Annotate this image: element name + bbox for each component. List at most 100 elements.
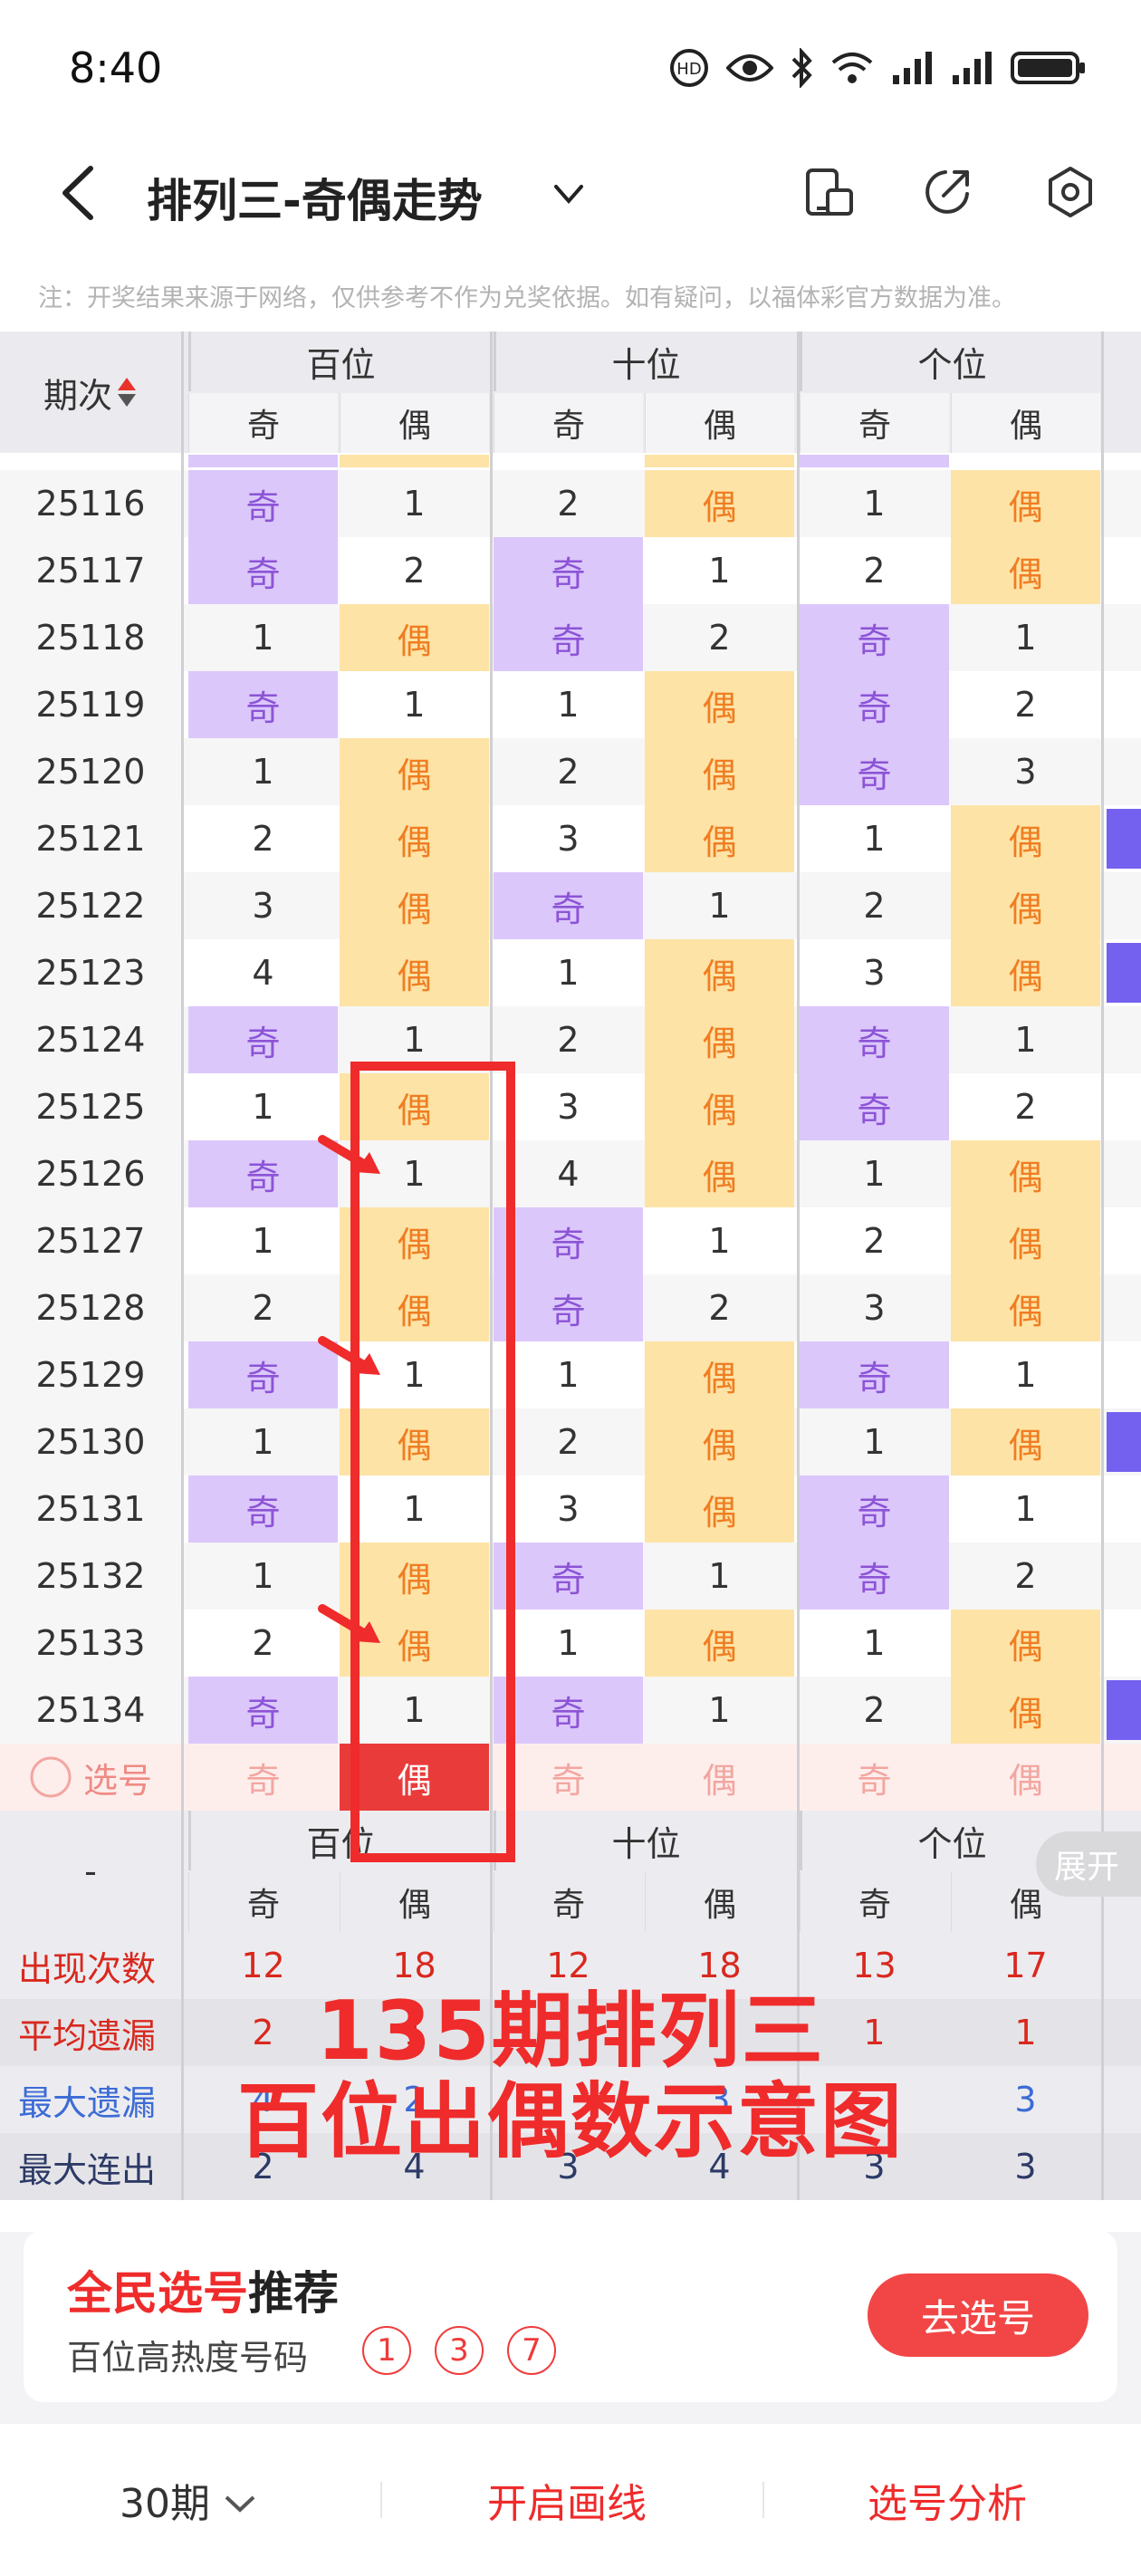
even-cell: 偶	[951, 537, 1100, 604]
disclaimer-notice: 注：开奖结果来源于网络，仅供参考不作为兑奖依据。如有疑问，以福体彩官方数据为准。	[0, 254, 1141, 332]
svg-text:HD: HD	[676, 60, 701, 79]
period-cell: 25121	[0, 805, 181, 872]
status-icons: HD	[668, 47, 1087, 89]
even-cell: 偶	[645, 1475, 794, 1543]
odd-cell: 奇	[800, 1073, 949, 1140]
odd-cell: 奇	[188, 537, 338, 604]
even-cell: 偶	[951, 805, 1100, 872]
recommend-card: 全民选号推荐 百位高热度号码 1 3 7 去选号	[24, 2230, 1117, 2402]
even-cell: 偶	[951, 1140, 1100, 1207]
table-cell	[645, 455, 794, 467]
miss-count-cell: 2	[863, 551, 886, 591]
annotation-line-2: 百位出偶数示意图	[237, 2074, 904, 2169]
miss-count-cell: 1	[403, 1690, 426, 1730]
select-row[interactable]: 选号奇偶奇偶奇偶	[0, 1744, 1141, 1811]
miss-count-cell: 1	[708, 886, 731, 926]
period-cell: 25126	[0, 1140, 181, 1207]
even-cell: 偶	[645, 738, 794, 805]
miss-count-cell: 1	[1014, 1489, 1037, 1529]
share-icon[interactable]	[918, 163, 976, 221]
divider	[380, 2482, 382, 2518]
edge-marker	[1107, 943, 1141, 1003]
stats-header: - 百位 十位 个位奇偶奇偶奇偶	[0, 1811, 1141, 1932]
chevron-down-icon[interactable]	[551, 176, 587, 212]
group-header: 十位	[494, 332, 796, 391]
period-header-label: 期次	[43, 375, 112, 416]
miss-count-cell: 2	[863, 1221, 886, 1261]
sub-header: 偶	[645, 393, 794, 453]
odd-cell: 奇	[800, 671, 949, 738]
odd-cell: 奇	[494, 604, 643, 671]
miss-count-cell: 1	[403, 685, 426, 725]
miss-count-cell: 3	[557, 1489, 580, 1529]
odd-cell: 奇	[800, 604, 949, 671]
odd-cell: 奇	[494, 1207, 643, 1274]
even-cell: 偶	[340, 604, 489, 671]
select-toggle[interactable]: 偶	[645, 1744, 794, 1811]
even-cell: 偶	[340, 872, 489, 939]
miss-count-cell: 1	[863, 484, 886, 524]
odd-cell: 奇	[188, 1140, 338, 1207]
trend-table[interactable]: 期次 百位 十位 个位 奇偶奇偶奇偶 25116 奇 1 2 偶 1 偶 25117 奇 2 奇 1 2 偶 2…	[0, 332, 1141, 2232]
miss-count-cell: 2	[252, 1288, 274, 1328]
miss-count-cell: 1	[403, 1154, 426, 1194]
miss-count-cell: 1	[557, 953, 580, 993]
miss-count-cell: 1	[403, 1355, 426, 1395]
period-cell: 25120	[0, 738, 181, 805]
column-divider	[797, 332, 800, 2200]
even-cell: 偶	[645, 470, 794, 537]
select-toggle[interactable]: 偶	[340, 1744, 489, 1811]
even-cell: 偶	[645, 1610, 794, 1677]
draw-line-button[interactable]: 开启画线	[487, 2471, 647, 2529]
sort-arrows-icon[interactable]	[116, 374, 138, 410]
miss-count-cell: 3	[557, 819, 580, 859]
select-row-label[interactable]: 选号	[0, 1744, 181, 1811]
period-cell: 25129	[0, 1341, 181, 1408]
radio-circle-icon[interactable]	[29, 1755, 72, 1799]
table-row: 25122 3 偶奇 1 2 偶	[0, 872, 1141, 939]
table-row: 25132 1 偶奇 1 奇 2	[0, 1543, 1141, 1610]
settings-icon[interactable]	[1041, 163, 1099, 221]
stats-sub-header: 奇	[800, 1872, 949, 1932]
period-cell: 25134	[0, 1677, 181, 1744]
select-toggle[interactable]: 奇	[188, 1744, 338, 1811]
table-row-partial	[0, 455, 1141, 467]
even-cell: 偶	[951, 1274, 1100, 1341]
page-title[interactable]: 排列三-奇偶走势	[147, 165, 483, 230]
number-analysis-button[interactable]: 选号分析	[868, 2471, 1027, 2529]
miss-count-cell: 2	[708, 618, 731, 658]
select-toggle[interactable]: 偶	[951, 1744, 1100, 1811]
miss-count-cell: 1	[252, 1087, 274, 1127]
device-switch-icon[interactable]	[801, 163, 858, 221]
odd-cell: 奇	[188, 1006, 338, 1073]
select-toggle[interactable]: 奇	[494, 1744, 643, 1811]
table-row: 25128 2 偶奇 2 3 偶	[0, 1274, 1141, 1341]
back-icon[interactable]	[53, 161, 107, 225]
miss-count-cell: 2	[863, 886, 886, 926]
recommend-title: 全民选号推荐	[67, 2257, 339, 2322]
table-row: 25118 1 偶奇 2 奇 1	[0, 604, 1141, 671]
odd-cell: 奇	[800, 1543, 949, 1610]
table-row: 25126 奇 1 4 偶 1 偶	[0, 1140, 1141, 1207]
period-count-selector[interactable]: 30期	[120, 2471, 257, 2529]
group-header: 百位	[188, 332, 491, 391]
miss-count-cell: 2	[557, 1422, 580, 1462]
even-cell: 偶	[340, 939, 489, 1006]
period-sort-header[interactable]: 期次	[0, 332, 181, 453]
odd-cell: 奇	[188, 470, 338, 537]
odd-cell: 奇	[494, 537, 643, 604]
miss-count-cell: 1	[557, 1623, 580, 1663]
divider	[762, 2482, 764, 2518]
select-toggle[interactable]: 奇	[800, 1744, 949, 1811]
battery-icon	[1011, 52, 1085, 84]
expand-button[interactable]: 展开	[1036, 1831, 1141, 1897]
even-cell: 偶	[951, 872, 1100, 939]
table-row: 25116 奇 1 2 偶 1 偶	[0, 470, 1141, 537]
period-count-label: 30期	[120, 2481, 210, 2527]
table-row: 25123 4 偶 1 偶 3 偶	[0, 939, 1141, 1006]
odd-cell: 奇	[188, 1341, 338, 1408]
miss-count-cell: 1	[252, 618, 274, 658]
go-select-button[interactable]: 去选号	[868, 2273, 1088, 2357]
miss-count-cell: 2	[1014, 1556, 1037, 1596]
miss-count-cell: 2	[252, 1623, 274, 1663]
